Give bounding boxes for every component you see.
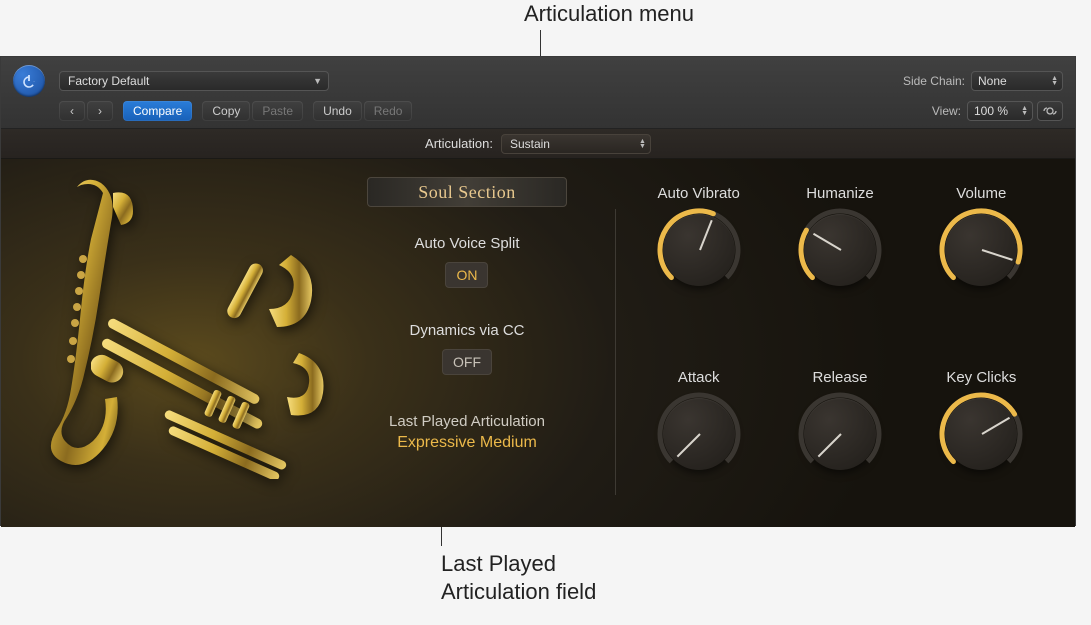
last-played-articulation: Last Played Articulation Expressive Medi… <box>389 413 545 452</box>
knob-humanize[interactable] <box>804 214 876 286</box>
knob-humanize-label: Humanize <box>806 185 874 202</box>
knob-volume-cell: Volume <box>916 185 1047 343</box>
chevron-left-icon: ‹ <box>70 104 74 118</box>
copy-button[interactable]: Copy <box>202 101 250 121</box>
power-icon <box>21 73 37 89</box>
last-played-value: Expressive Medium <box>389 434 545 452</box>
knob-attack[interactable] <box>663 398 735 470</box>
center-controls: Soul Section Auto Voice Split ON Dynamic… <box>321 159 621 527</box>
plugin-window: Factory Default ▼ Side Chain: None ▲▼ ‹ … <box>0 56 1076 526</box>
knob-attack-cell: Attack <box>633 369 764 527</box>
sidechain-label: Side Chain: <box>903 74 965 88</box>
callout-last-played: Last Played Articulation field <box>441 550 596 605</box>
knob-key-clicks-label: Key Clicks <box>946 369 1016 386</box>
knob-release-cell: Release <box>774 369 905 527</box>
next-preset-button[interactable]: › <box>87 101 113 121</box>
link-button[interactable] <box>1037 101 1063 121</box>
knob-attack-label: Attack <box>678 369 720 386</box>
plugin-toolbar: Factory Default ▼ Side Chain: None ▲▼ ‹ … <box>1 57 1075 129</box>
knob-volume-label: Volume <box>956 185 1006 202</box>
articulation-select[interactable]: Sustain ▲▼ <box>501 134 651 154</box>
callout-articulation-menu: Articulation menu <box>524 0 694 28</box>
trumpet-icon <box>161 349 331 479</box>
knob-key-clicks-cell: Key Clicks <box>916 369 1047 527</box>
power-button[interactable] <box>13 65 45 97</box>
sidechain-value: None <box>978 74 1007 88</box>
knob-panel: Auto Vibrato Humanize Volume Attack Rele… <box>621 159 1075 527</box>
view-label: View: <box>932 104 961 118</box>
dynamics-via-cc-label: Dynamics via CC <box>409 322 524 339</box>
link-icon <box>1043 105 1057 117</box>
preset-select[interactable]: Factory Default ▼ <box>59 71 329 91</box>
knob-humanize-cell: Humanize <box>774 185 905 343</box>
knob-release-label: Release <box>812 369 867 386</box>
instrument-illustration <box>1 159 321 527</box>
stepper-icon: ▲▼ <box>1021 106 1028 116</box>
prev-preset-button[interactable]: ‹ <box>59 101 85 121</box>
dynamics-via-cc-toggle[interactable]: OFF <box>442 349 492 375</box>
paste-button[interactable]: Paste <box>252 101 303 121</box>
knob-auto-vibrato[interactable] <box>663 214 735 286</box>
chevron-down-icon: ▼ <box>313 76 322 86</box>
chevron-right-icon: › <box>98 104 102 118</box>
sidechain-select[interactable]: None ▲▼ <box>971 71 1063 91</box>
view-value: 100 % <box>974 104 1008 118</box>
section-name-badge[interactable]: Soul Section <box>367 177 567 207</box>
auto-voice-split-toggle[interactable]: ON <box>445 262 488 288</box>
last-played-label: Last Played Articulation <box>389 413 545 430</box>
auto-voice-split-label: Auto Voice Split <box>414 235 519 252</box>
articulation-label: Articulation: <box>425 136 493 151</box>
stepper-icon: ▲▼ <box>639 139 646 149</box>
knob-auto-vibrato-label: Auto Vibrato <box>658 185 740 202</box>
instrument-body: Soul Section Auto Voice Split ON Dynamic… <box>1 159 1075 527</box>
compare-button[interactable]: Compare <box>123 101 192 121</box>
redo-button[interactable]: Redo <box>364 101 413 121</box>
stepper-icon: ▲▼ <box>1051 76 1058 86</box>
view-select[interactable]: 100 % ▲▼ <box>967 101 1033 121</box>
knob-volume[interactable] <box>945 214 1017 286</box>
preset-select-value: Factory Default <box>68 74 149 88</box>
knob-key-clicks[interactable] <box>945 398 1017 470</box>
undo-button[interactable]: Undo <box>313 101 362 121</box>
knob-release[interactable] <box>804 398 876 470</box>
articulation-value: Sustain <box>510 137 550 151</box>
articulation-bar: Articulation: Sustain ▲▼ <box>1 129 1075 159</box>
knob-auto-vibrato-cell: Auto Vibrato <box>633 185 764 343</box>
